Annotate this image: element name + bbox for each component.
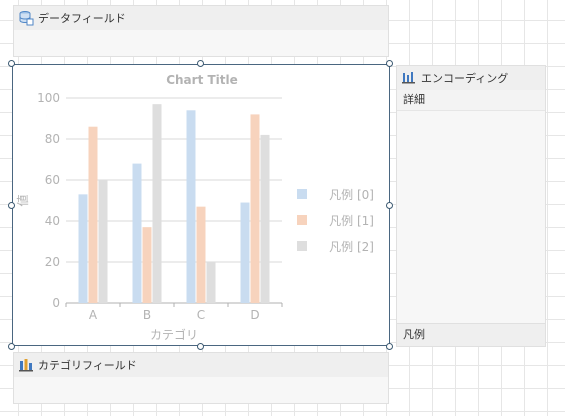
y-tick-label: 80 [45,132,60,146]
data-field-zone[interactable]: データフィールド [13,5,389,57]
legend-swatch [297,189,307,199]
x-axis-title: カテゴリ [150,327,198,342]
encoding-panel[interactable]: エンコーディング 詳細 凡例 [396,65,546,347]
data-field-zone-label: データフィールド [38,12,126,25]
resize-handle-top-left[interactable] [8,60,15,67]
bar [88,126,98,303]
resize-handle-left[interactable] [8,202,15,209]
bar [186,110,196,303]
chart-title: Chart Title [166,73,238,87]
bar [132,163,142,303]
legend-slot[interactable]: 凡例 [397,323,545,346]
legend-swatch [297,241,307,251]
chart-panel[interactable]: Chart Title 0 20 40 60 80 100 A B C D カテゴリ 値 凡例 [0] 凡例… [12,64,390,346]
bar [78,194,88,303]
x-tick-label: A [89,308,98,322]
category-field-zone-header: カテゴリフィールド [14,353,388,377]
y-axis-title: 値 [15,194,30,206]
bar [250,114,260,304]
bar [98,180,108,303]
data-field-zone-header: データフィールド [14,6,388,30]
encoding-panel-label: エンコーディング [421,72,509,85]
legend-item-label: 凡例 [2] [329,240,374,254]
y-tick-label: 0 [52,296,60,310]
x-tick-label: D [250,308,259,322]
encoding-icon [402,72,415,84]
resize-handle-right[interactable] [386,202,393,209]
legend-slot-label: 凡例 [403,328,425,341]
resize-handle-top-right[interactable] [386,60,393,67]
bar [152,104,162,304]
data-field-icon [19,11,34,26]
category-field-zone-label: カテゴリフィールド [38,359,137,372]
y-tick-label: 100 [37,91,60,105]
x-tick-label: B [143,308,151,322]
resize-handle-bottom-left[interactable] [8,343,15,350]
legend-item-label: 凡例 [1] [329,214,374,228]
bar [240,202,250,303]
resize-handle-bottom[interactable] [197,343,204,350]
bar [206,262,216,303]
legend-swatch [297,215,307,225]
bar [142,227,152,303]
category-field-zone[interactable]: カテゴリフィールド [13,352,389,404]
detail-slot[interactable]: 詳細 [397,90,545,111]
encoding-panel-header: エンコーディング [397,66,545,90]
category-field-icon [19,359,33,372]
y-tick-label: 60 [45,173,60,187]
x-tick-label: C [197,308,205,322]
resize-handle-top[interactable] [197,60,204,67]
resize-handle-bottom-right[interactable] [386,343,393,350]
detail-label: 詳細 [403,93,425,106]
y-tick-label: 40 [45,214,60,228]
bar [196,206,206,303]
bar-chart: Chart Title 0 20 40 60 80 100 A B C D カテゴリ 値 凡例 [0] 凡例… [15,73,374,342]
legend-item-label: 凡例 [0] [329,188,374,202]
y-tick-label: 20 [45,255,60,269]
bar [260,134,270,303]
